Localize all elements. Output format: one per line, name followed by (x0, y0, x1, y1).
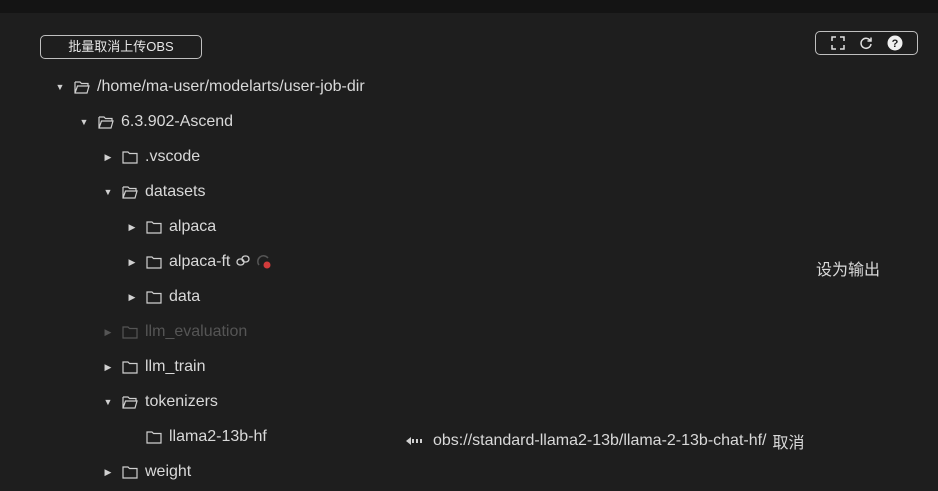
folder-icon (146, 255, 162, 269)
tree-node-label: llm_evaluation (145, 323, 248, 340)
tree-node-label: datasets (145, 183, 206, 200)
unlink-warning-icon[interactable] (256, 254, 272, 270)
link-icon[interactable] (236, 255, 251, 269)
caret-right-icon[interactable]: ▶ (102, 152, 114, 163)
caret-down-icon[interactable]: ▼ (102, 397, 114, 407)
refresh-icon[interactable] (859, 36, 873, 50)
tree-node-llm-evaluation[interactable]: ▶ llm_evaluation (102, 317, 248, 347)
caret-right-icon[interactable]: ▶ (126, 292, 138, 303)
folder-icon (122, 150, 138, 164)
tree-node-label: 6.3.902-Ascend (121, 113, 234, 130)
caret-right-icon[interactable]: ▶ (102, 362, 114, 373)
caret-right-icon[interactable]: ▶ (126, 222, 138, 233)
tree-node-llm-train[interactable]: ▶ llm_train (102, 352, 206, 382)
caret-right-icon[interactable]: ▶ (102, 467, 114, 478)
obs-upload-status: obs://standard-llama2-13b/llama-2-13b-ch… (405, 429, 805, 453)
upload-progress-icon (405, 436, 425, 446)
caret-right-icon[interactable]: ▶ (102, 327, 114, 338)
tree-node-tokenizers[interactable]: ▼ tokenizers (102, 387, 218, 417)
fullscreen-icon[interactable] (830, 36, 845, 50)
set-as-output-link[interactable]: 设为输出 (816, 256, 880, 280)
folder-icon (122, 325, 138, 339)
tree-node-vscode[interactable]: ▶ .vscode (102, 142, 201, 172)
caret-down-icon[interactable]: ▼ (102, 187, 114, 197)
tree-node-alpaca[interactable]: ▶ alpaca (126, 212, 217, 242)
folder-open-icon (98, 115, 114, 129)
tree-node-label: llama2-13b-hf (169, 428, 267, 445)
folder-icon (146, 430, 162, 444)
tree-node-label: weight (145, 463, 192, 480)
obs-path: obs://standard-llama2-13b/llama-2-13b-ch… (433, 432, 767, 449)
svg-text:?: ? (891, 38, 898, 50)
tree-node-label: alpaca (169, 218, 217, 235)
tree-node-ascend[interactable]: ▼ 6.3.902-Ascend (78, 107, 234, 137)
folder-open-icon (74, 80, 90, 94)
batch-cancel-upload-button[interactable]: 批量取消上传OBS (40, 35, 202, 59)
folder-icon (146, 290, 162, 304)
tree-node-label: .vscode (145, 148, 201, 165)
help-icon[interactable]: ? (887, 35, 903, 51)
top-bar (0, 0, 938, 13)
tree-node-label: alpaca-ft (169, 253, 231, 270)
folder-open-icon (122, 185, 138, 199)
caret-right-icon[interactable]: ▶ (126, 257, 138, 268)
tree-node-label: tokenizers (145, 393, 218, 410)
folder-icon (122, 360, 138, 374)
tree-node-label: data (169, 288, 201, 305)
folder-open-icon (122, 395, 138, 409)
folder-icon (122, 465, 138, 479)
tree-node-root[interactable]: ▼ /home/ma-user/modelarts/user-job-dir (54, 72, 365, 102)
tree-node-alpaca-ft[interactable]: ▶ alpaca-ft (126, 247, 272, 277)
folder-icon (146, 220, 162, 234)
caret-down-icon[interactable]: ▼ (78, 117, 90, 127)
tree-node-label: llm_train (145, 358, 206, 375)
caret-down-icon[interactable]: ▼ (54, 82, 66, 92)
cancel-upload-link[interactable]: 取消 (773, 429, 805, 453)
tree-node-weight[interactable]: ▶ weight (102, 457, 192, 487)
tool-group: ? (815, 31, 918, 55)
tree-node-datasets[interactable]: ▼ datasets (102, 177, 206, 207)
tree-node-llama2[interactable]: llama2-13b-hf (146, 422, 267, 452)
tree-node-label: /home/ma-user/modelarts/user-job-dir (97, 78, 365, 95)
tree-node-data[interactable]: ▶ data (126, 282, 201, 312)
